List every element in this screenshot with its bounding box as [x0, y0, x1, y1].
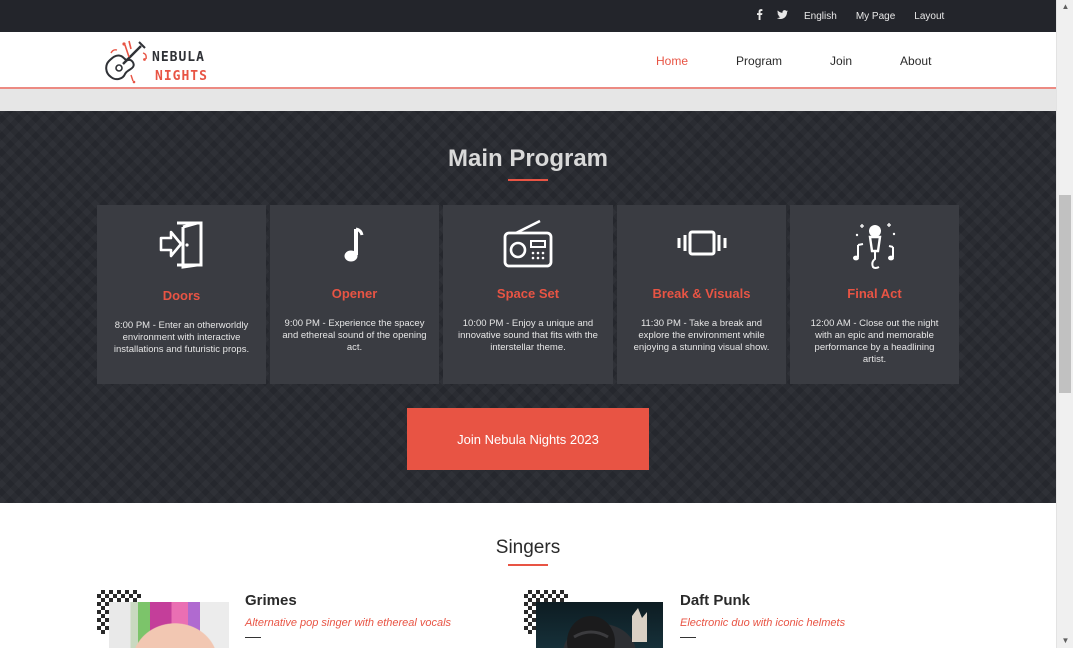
- layout-link[interactable]: Layout: [914, 11, 944, 22]
- card-description: 10:00 PM - Enjoy a unique and innovative…: [458, 318, 598, 353]
- singer-name[interactable]: Daft Punk: [680, 592, 750, 609]
- main-program-section: Main Program Doors 8:00 PM - Enter an ot…: [0, 111, 1056, 503]
- microphone-icon: [790, 219, 959, 271]
- program-card-space-set: Space Set 10:00 PM - Enjoy a unique and …: [443, 205, 613, 384]
- social-links: [756, 0, 788, 32]
- card-description: 11:30 PM - Take a break and explore the …: [633, 318, 770, 353]
- radio-icon: [443, 219, 613, 271]
- program-card-doors: Doors 8:00 PM - Enter an otherworldly en…: [97, 205, 266, 384]
- nav-home[interactable]: Home: [656, 54, 688, 68]
- site-header: NEBULA NIGHTS Home Program Join About: [0, 32, 1056, 89]
- card-title: Space Set: [496, 286, 560, 301]
- top-links: English My Page Layout: [804, 0, 963, 32]
- singer-description: Electronic duo with iconic helmets: [680, 617, 846, 629]
- vibrate-icon: [617, 219, 786, 271]
- top-bar: English My Page Layout: [0, 0, 1056, 32]
- nav-about[interactable]: About: [900, 54, 931, 68]
- main-nav: Home Program Join About: [656, 32, 931, 89]
- nav-join[interactable]: Join: [830, 54, 852, 68]
- scroll-down-arrow-icon[interactable]: ▼: [1057, 634, 1073, 648]
- twitter-icon[interactable]: [777, 9, 788, 23]
- title-underline: [508, 179, 548, 181]
- card-description: 9:00 PM - Experience the spacey and ethe…: [282, 318, 427, 353]
- card-title: Break & Visuals: [652, 286, 751, 301]
- singer-photo-daft-punk[interactable]: [536, 602, 663, 648]
- card-title: Doors: [162, 288, 201, 303]
- door-enter-icon: [97, 219, 266, 271]
- program-card-final-act: Final Act 12:00 AM - Close out the night…: [790, 205, 959, 384]
- language-link[interactable]: English: [804, 11, 837, 22]
- singer-divider: [245, 637, 261, 638]
- section-title: Main Program: [447, 145, 609, 172]
- singer-description: Alternative pop singer with ethereal voc…: [245, 617, 452, 629]
- card-description: 8:00 PM - Enter an otherworldly environm…: [113, 320, 250, 355]
- section-title: Singers: [495, 537, 561, 558]
- page-scrollbar[interactable]: ▲ ▼: [1056, 0, 1073, 648]
- program-card-break-visuals: Break & Visuals 11:30 PM - Take a break …: [617, 205, 786, 384]
- page: English My Page Layout NEBULA NIGHTS Hom…: [0, 0, 1056, 648]
- facebook-icon[interactable]: [756, 9, 763, 23]
- card-description: 12:00 AM - Close out the night with an e…: [810, 318, 939, 365]
- scrollbar-thumb[interactable]: [1059, 195, 1071, 393]
- my-page-link[interactable]: My Page: [856, 11, 895, 22]
- brand-line-2: NIGHTS: [155, 69, 208, 84]
- scroll-up-arrow-icon[interactable]: ▲: [1057, 0, 1073, 14]
- guitar-logo-icon: [105, 40, 147, 84]
- singer-divider: [680, 637, 696, 638]
- brand-line-1: NEBULA: [152, 50, 205, 65]
- music-note-icon: [270, 219, 439, 271]
- join-cta-button[interactable]: Join Nebula Nights 2023: [407, 408, 649, 470]
- nav-program[interactable]: Program: [736, 54, 782, 68]
- card-title: Final Act: [847, 286, 902, 301]
- site-logo[interactable]: NEBULA NIGHTS: [103, 37, 213, 87]
- title-underline: [508, 564, 548, 566]
- program-card-opener: Opener 9:00 PM - Experience the spacey a…: [270, 205, 439, 384]
- singers-section: Singers Grimes Alternative pop singer wi…: [0, 503, 1056, 648]
- singer-name[interactable]: Grimes: [245, 592, 297, 609]
- singer-photo-grimes[interactable]: [109, 602, 229, 648]
- card-title: Opener: [331, 286, 378, 301]
- header-divider-strip: [0, 89, 1056, 111]
